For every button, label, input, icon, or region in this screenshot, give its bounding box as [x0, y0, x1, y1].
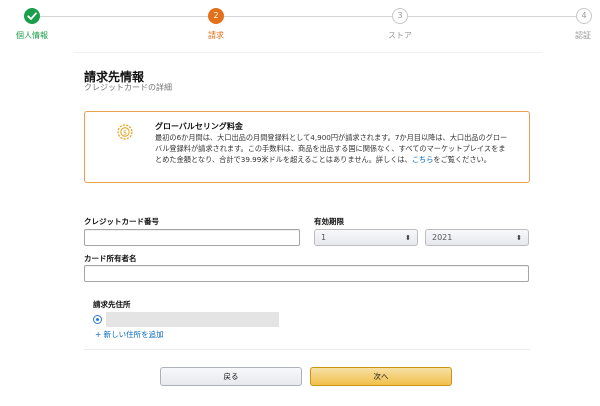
address-radio[interactable]	[93, 315, 102, 324]
page-subtitle: クレジットカードの詳細	[84, 83, 172, 92]
step-number: 3	[397, 11, 403, 20]
coin-settings-icon: $	[117, 124, 133, 140]
progress-stepper: 2 3 4 個人情報 請求 ストア 認証	[0, 0, 600, 48]
back-button[interactable]: 戻る	[160, 367, 302, 386]
footer-divider	[84, 349, 530, 350]
billing-address-heading: 請求先住所	[93, 300, 131, 309]
step-label-store: ストア	[388, 31, 412, 40]
notice-title: グローバルセリング料金	[155, 122, 243, 131]
step-label-personal-info: 個人情報	[16, 31, 48, 40]
notice-body: 最初の6か月間は、大口出品の月間登録料として4,900円が請求されます。7か月目…	[155, 132, 511, 165]
step-1-complete	[24, 8, 40, 24]
header-divider	[74, 52, 542, 53]
expiry-month-select[interactable]: 1 ⬍	[314, 229, 418, 246]
add-new-address-link[interactable]: + 新しい住所を追加	[95, 329, 164, 340]
svg-text:$: $	[123, 129, 127, 136]
address-redacted	[106, 312, 279, 327]
card-number-label: クレジットカード番号	[84, 217, 159, 226]
step-number: 4	[581, 11, 587, 20]
step-number: 2	[213, 11, 219, 20]
expiry-year-value: 2021	[432, 233, 453, 242]
expiry-label: 有効期限	[314, 217, 344, 226]
stepper-line	[408, 16, 576, 17]
global-selling-fee-notice: $ グローバルセリング料金 最初の6か月間は、大口出品の月間登録料として4,90…	[84, 111, 530, 183]
checkmark-icon	[27, 12, 37, 20]
step-label-verification: 認証	[575, 31, 591, 40]
radio-selected-dot	[96, 318, 99, 321]
next-button[interactable]: 次へ	[310, 367, 452, 386]
cardholder-label: カード所有者名	[84, 254, 137, 263]
details-link[interactable]: こちら	[412, 155, 434, 164]
select-arrows-icon: ⬍	[516, 234, 522, 242]
cardholder-input[interactable]	[84, 265, 529, 282]
stepper-line	[40, 16, 208, 17]
select-arrows-icon: ⬍	[405, 234, 411, 242]
stepper-line	[224, 16, 392, 17]
step-3: 3	[392, 8, 408, 24]
card-number-input[interactable]	[84, 229, 300, 246]
step-label-billing: 請求	[208, 31, 224, 40]
notice-suffix: をご覧ください。	[433, 155, 491, 164]
expiry-year-select[interactable]: 2021 ⬍	[425, 229, 529, 246]
expiry-month-value: 1	[321, 233, 327, 242]
step-4: 4	[576, 8, 592, 24]
step-2-current: 2	[208, 8, 224, 24]
